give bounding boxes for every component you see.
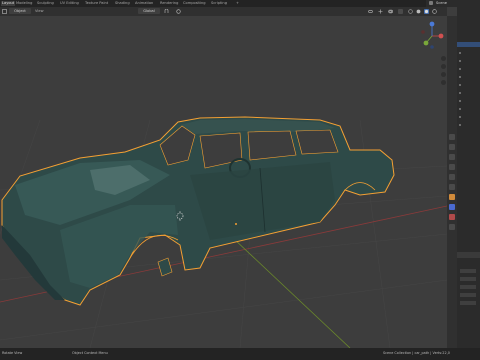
scene-icon	[429, 1, 433, 5]
shading-material-icon[interactable]	[424, 9, 429, 14]
status-middle-hint: Object Context Menu	[72, 351, 108, 355]
render-properties-icon[interactable]	[449, 144, 455, 150]
output-properties-icon[interactable]	[449, 154, 455, 160]
shading-wireframe-icon[interactable]	[408, 9, 413, 14]
scene-properties-icon[interactable]	[449, 174, 455, 180]
view-menu[interactable]: View	[35, 8, 44, 14]
navigation-gizmo[interactable]	[417, 18, 447, 54]
outliner-panel[interactable]	[457, 7, 480, 348]
zoom-icon[interactable]	[441, 56, 446, 61]
snap-icon[interactable]	[164, 8, 169, 14]
outliner-tree	[459, 52, 461, 132]
properties-fields[interactable]	[460, 269, 476, 309]
overlays-icon[interactable]	[388, 9, 393, 14]
tool-properties-icon[interactable]	[449, 134, 455, 140]
object-properties-icon[interactable]	[449, 194, 455, 200]
tab-rendering[interactable]: Rendering	[160, 1, 178, 6]
3d-viewport[interactable]	[0, 16, 447, 348]
tab-sculpting[interactable]: Sculpting	[37, 1, 54, 6]
scene-selector[interactable]: Scene	[426, 0, 480, 7]
properties-header	[457, 252, 480, 258]
gizmo-toggle-icon[interactable]	[378, 9, 383, 14]
world-properties-icon[interactable]	[449, 184, 455, 190]
shading-solid-icon[interactable]	[416, 9, 421, 14]
workspace-bar: Layout Modeling Sculpting UV Editing Tex…	[0, 0, 480, 7]
gizmo-y-axis[interactable]	[423, 40, 429, 46]
rear-door-window	[247, 130, 297, 161]
viewport-header: Object View Global	[0, 7, 447, 16]
car-model[interactable]	[1, 116, 395, 306]
status-bar: Rotate View Object Context Menu Scene Co…	[0, 348, 480, 360]
outliner-selected-row[interactable]	[457, 42, 480, 47]
tab-shading[interactable]: Shading	[115, 1, 130, 6]
transform-orientation-dropdown[interactable]: Global	[138, 8, 160, 14]
mode-dropdown[interactable]: Object	[9, 8, 31, 14]
gizmo-x-axis[interactable]	[438, 33, 444, 39]
viewport-canvas	[0, 116, 447, 348]
properties-tabs	[447, 16, 457, 348]
status-stats: Scene Collection | car_path | Verts:22,0	[383, 351, 450, 355]
tab-scripting[interactable]: Scripting	[211, 1, 227, 6]
tab-modeling[interactable]: Modeling	[16, 1, 32, 6]
proportional-edit-icon[interactable]	[176, 9, 181, 14]
add-workspace-icon[interactable]: +	[236, 1, 239, 6]
material-properties-icon[interactable]	[449, 214, 455, 220]
visibility-icon[interactable]	[368, 9, 373, 14]
shading-rendered-icon[interactable]	[432, 9, 437, 14]
pan-icon[interactable]	[441, 64, 446, 69]
perspective-toggle-icon[interactable]	[441, 80, 446, 85]
tab-animation[interactable]: Animation	[135, 1, 153, 6]
tab-uv-editing[interactable]: UV Editing	[60, 1, 79, 6]
editor-type-icon[interactable]	[2, 9, 7, 14]
texture-properties-icon[interactable]	[449, 224, 455, 230]
status-left-hint: Rotate View	[2, 351, 23, 355]
tab-layout[interactable]: Layout	[1, 1, 16, 6]
xray-icon[interactable]	[398, 9, 403, 14]
object-origin[interactable]	[235, 223, 237, 225]
modifier-properties-icon[interactable]	[449, 204, 455, 210]
camera-view-icon[interactable]	[441, 72, 446, 77]
gizmo-z-axis[interactable]	[429, 21, 435, 27]
scene-name: Scene	[436, 1, 447, 5]
view-layer-properties-icon[interactable]	[449, 164, 455, 170]
wheel-hub-piece	[157, 257, 173, 277]
tab-compositing[interactable]: Compositing	[183, 1, 206, 6]
tab-texture-paint[interactable]: Texture Paint	[85, 1, 108, 6]
